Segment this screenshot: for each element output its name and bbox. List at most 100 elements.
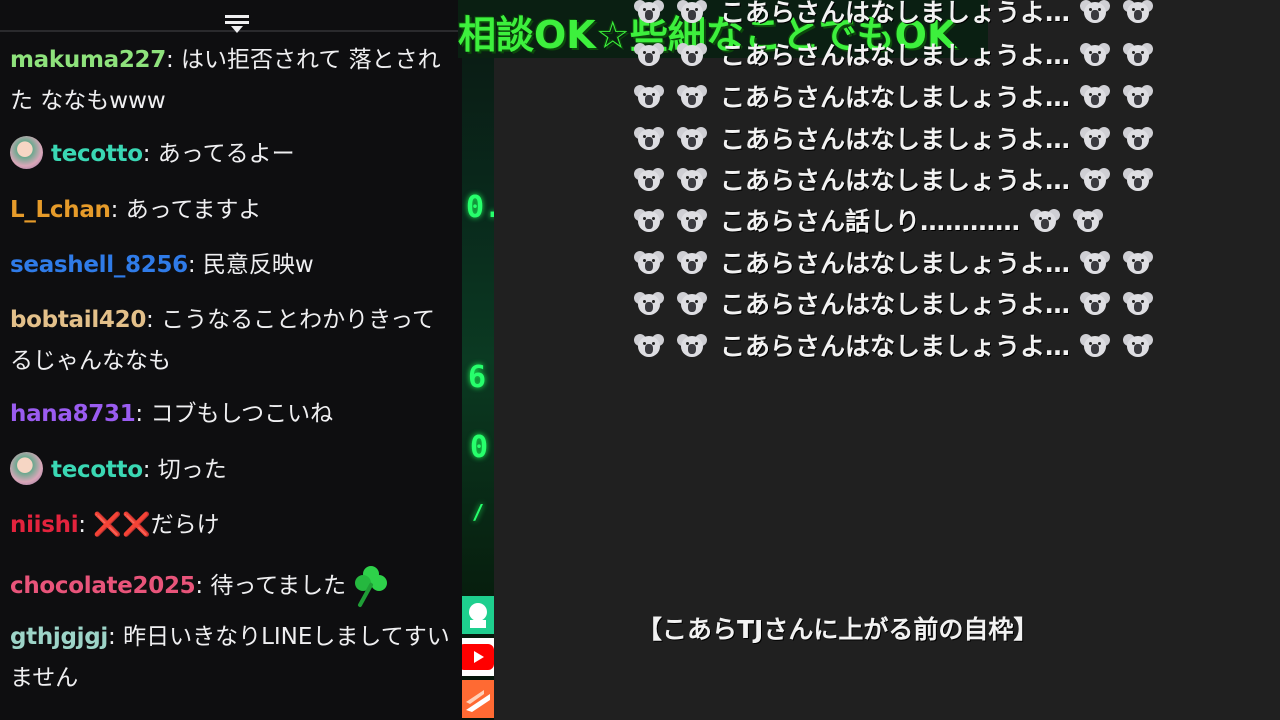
koala-icon	[677, 332, 707, 358]
overlay-text: こあらさんはなしましょうよ…	[720, 41, 1071, 70]
koala-icon	[1123, 125, 1154, 151]
overlay-text: こあらさんはなしましょうよ…	[720, 332, 1071, 361]
koala-icon	[677, 290, 707, 316]
koala-icon	[1080, 41, 1111, 67]
user-avatar[interactable]	[10, 136, 43, 169]
chat-username[interactable]: tecotto	[51, 141, 143, 167]
koala-icon	[634, 332, 664, 358]
koala-icon	[1030, 207, 1061, 233]
chat-text: だらけ	[150, 512, 220, 538]
chat-message: niishi: ❌❌だらけ	[10, 505, 450, 546]
overlay-text: こあらさんはなしましょうよ…	[720, 0, 1071, 27]
chat-colon: :	[165, 47, 182, 73]
matrix-background-strip: 0. 6 0 /	[462, 0, 494, 720]
chat-text: 待ってました	[210, 573, 347, 599]
chat-colon: :	[135, 401, 151, 427]
user-avatar[interactable]	[10, 452, 43, 485]
koala-icon	[634, 125, 664, 151]
matrix-glyph: 0	[470, 430, 489, 465]
chat-message: seashell_8256: 民意反映w	[10, 245, 450, 286]
chat-username[interactable]: hana8731	[10, 401, 136, 427]
overlay-text: こあらさんはなしましょうよ…	[720, 166, 1071, 195]
overlay-text: こあらさんはなしましょうよ…	[720, 249, 1071, 278]
overlay-line: こあらさんはなしましょうよ…	[634, 327, 1194, 367]
matrix-glyph: 6	[468, 360, 487, 395]
koala-icon	[677, 166, 707, 192]
chat-username[interactable]: bobtail420	[10, 307, 146, 333]
overlay-text: こあらさんはなしましょうよ…	[720, 83, 1071, 112]
chat-username[interactable]: gthjgjgj	[10, 624, 108, 650]
cross-mark-icon: ❌❌	[93, 512, 151, 538]
collapse-chat-icon[interactable]	[225, 15, 249, 33]
chat-username[interactable]: L_Lchan	[10, 197, 111, 223]
chat-message: L_Lchan: あってますよ	[10, 190, 450, 231]
chat-text: コブもしつこいね	[150, 401, 334, 427]
overlay-line: こあらさんはなしましょうよ…	[634, 78, 1194, 118]
chat-message: tecotto: 切った	[10, 450, 450, 491]
chat-message: gthjgjgj: 昨日いきなりLINEしましてすいません	[10, 617, 450, 699]
koala-icon	[677, 249, 707, 275]
chat-colon: :	[195, 573, 211, 599]
koala-icon	[1123, 166, 1154, 192]
overlay-line: こあらさん話しり…………	[634, 202, 1194, 242]
overlay-line: こあらさんはなしましょうよ…	[634, 161, 1194, 201]
chat-colon: :	[187, 252, 203, 278]
koala-icon	[1123, 0, 1154, 24]
koala-icon	[634, 83, 664, 109]
overlay-text: こあらさん話しり…………	[720, 207, 1021, 236]
overlay-line: こあらさんはなしましょうよ…	[634, 36, 1194, 76]
chat-text: あってるよー	[157, 141, 295, 167]
koala-icon	[1080, 166, 1111, 192]
overlay-text: こあらさんはなしましょうよ…	[720, 125, 1071, 154]
chat-panel: makuma227: はい拒否されて 落とされた ななもwww tecotto:…	[0, 0, 462, 720]
koala-icon	[1123, 41, 1154, 67]
overlay-text: こあらさんはなしましょうよ…	[720, 290, 1071, 319]
koala-icon	[1080, 0, 1111, 24]
chat-colon: :	[110, 197, 126, 223]
koala-icon	[634, 0, 664, 24]
koala-icon	[634, 249, 664, 275]
chat-message: chocolate2025: 待ってました	[10, 561, 450, 609]
chat-text: 民意反映w	[202, 252, 314, 278]
koala-icon	[1123, 332, 1154, 358]
chat-username[interactable]: tecotto	[51, 457, 143, 483]
overlay-line: こあらさんはなしましょうよ…	[634, 0, 1194, 33]
koala-icon	[1123, 249, 1154, 275]
koala-icon	[677, 83, 707, 109]
koala-icon	[1080, 125, 1111, 151]
app-icon[interactable]	[462, 596, 494, 634]
koala-icon	[677, 0, 707, 24]
youtube-icon[interactable]	[462, 638, 494, 676]
chat-colon: :	[78, 512, 94, 538]
matrix-glyph: /	[472, 500, 485, 524]
overlay-line: こあらさんはなしましょうよ…	[634, 244, 1194, 284]
koala-icon	[1123, 83, 1154, 109]
chat-username[interactable]: makuma227	[10, 47, 166, 73]
chat-message: hana8731: コブもしつこいね	[10, 394, 450, 435]
koala-icon	[1080, 290, 1111, 316]
koala-icon	[634, 207, 664, 233]
chat-text: 切った	[157, 457, 227, 483]
koala-icon	[1123, 290, 1154, 316]
app-icon[interactable]	[462, 680, 494, 718]
koala-icon	[1080, 83, 1111, 109]
chat-colon: :	[142, 457, 158, 483]
chat-username[interactable]: seashell_8256	[10, 252, 188, 278]
stream-caption: 【こあらTJさんに上がる前の自枠】	[637, 615, 1039, 644]
koala-icon	[634, 41, 664, 67]
chat-username[interactable]: chocolate2025	[10, 573, 196, 599]
chat-message: makuma227: はい拒否されて 落とされた ななもwww	[10, 40, 450, 122]
chat-header	[0, 0, 462, 33]
overlay-line: こあらさんはなしましょうよ…	[634, 285, 1194, 325]
chat-message: tecotto: あってるよー	[10, 134, 450, 175]
chat-message: bobtail420: こうなることわかりきってるじゃんななも	[10, 300, 450, 382]
koala-icon	[677, 207, 707, 233]
chat-colon: :	[108, 624, 124, 650]
koala-icon	[1073, 207, 1104, 233]
matrix-glyph: 0.	[466, 190, 494, 225]
chat-colon: :	[146, 307, 162, 333]
chat-colon: :	[142, 141, 158, 167]
clover-emote-icon	[352, 561, 390, 609]
chat-username[interactable]: niishi	[10, 512, 79, 538]
koala-icon	[1080, 332, 1111, 358]
